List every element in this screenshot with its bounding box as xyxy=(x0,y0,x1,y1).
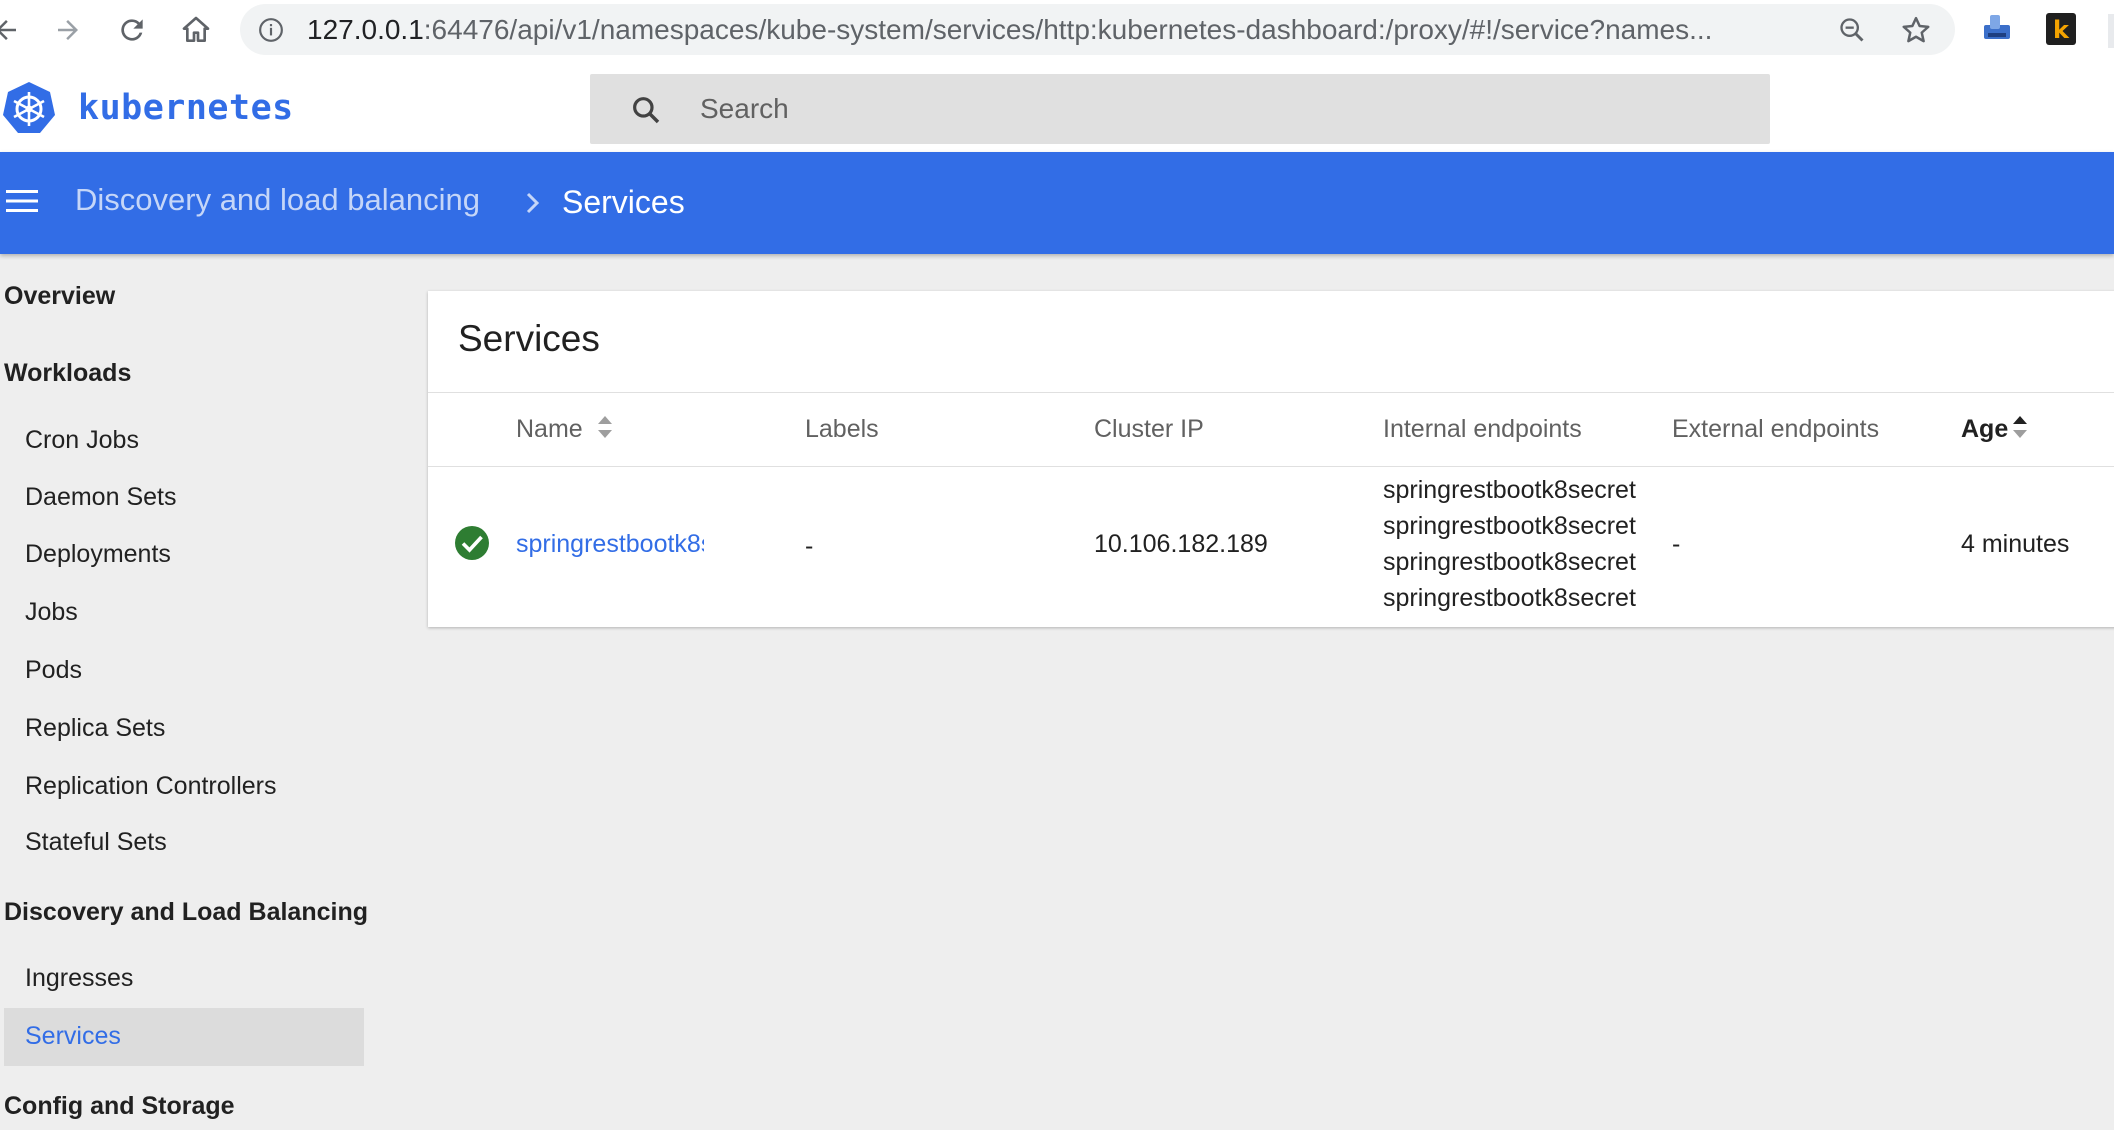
search-icon xyxy=(630,94,662,126)
column-header-age[interactable]: Age xyxy=(1961,415,2008,444)
sidebar-item-cron-jobs[interactable]: Cron Jobs xyxy=(25,426,139,455)
search-input[interactable] xyxy=(700,86,1740,132)
sidebar-item-deployments[interactable]: Deployments xyxy=(25,540,171,569)
sidebar-item-jobs[interactable]: Jobs xyxy=(25,598,78,627)
card-title: Services xyxy=(458,318,600,359)
breadcrumb-toolbar: Discovery and load balancing Services xyxy=(0,152,2114,254)
service-cluster-ip: 10.106.182.189 xyxy=(1094,530,1268,558)
sidebar-item-overview[interactable]: Overview xyxy=(4,282,115,311)
status-ok-icon xyxy=(454,525,490,561)
url-text[interactable]: 127.0.0.1:64476/api/v1/namespaces/kube-s… xyxy=(307,14,1737,46)
k-extension-icon[interactable]: k xyxy=(2044,11,2078,47)
internal-endpoint[interactable]: springrestbootk8secret xyxy=(1383,584,1645,613)
header-divider xyxy=(428,466,2114,467)
search-box[interactable] xyxy=(590,74,1770,144)
column-header-labels: Labels xyxy=(805,415,879,443)
breadcrumb-current: Services xyxy=(562,184,685,220)
sort-icon[interactable] xyxy=(596,412,614,442)
brand-name[interactable]: kubernetes xyxy=(78,88,294,128)
sidebar-item-daemon-sets[interactable]: Daemon Sets xyxy=(25,483,176,512)
zoom-icon[interactable] xyxy=(1836,14,1868,46)
sidebar-item-services[interactable]: Services xyxy=(25,1022,121,1051)
browser-toolbar: 127.0.0.1:64476/api/v1/namespaces/kube-s… xyxy=(0,0,2114,60)
svg-text:k: k xyxy=(2053,16,2070,44)
bookmark-star-icon[interactable] xyxy=(1900,14,1932,46)
service-labels: - xyxy=(805,532,814,560)
toolbar-edge xyxy=(2108,14,2114,48)
url-host: 127.0.0.1 xyxy=(307,14,424,45)
address-bar[interactable]: 127.0.0.1:64476/api/v1/namespaces/kube-s… xyxy=(240,4,1955,55)
chevron-right-icon xyxy=(520,188,546,218)
sidebar-item-pods[interactable]: Pods xyxy=(25,656,82,685)
column-header-external-endpoints: External endpoints xyxy=(1672,415,1880,443)
sort-active-icon[interactable] xyxy=(2011,412,2029,442)
internal-endpoint[interactable]: springrestbootk8secret xyxy=(1383,512,1645,541)
internal-endpoint[interactable]: springrestbootk8secret xyxy=(1383,548,1645,577)
sidebar-item-replica-sets[interactable]: Replica Sets xyxy=(25,714,165,743)
sidebar-item-discovery[interactable]: Discovery and Load Balancing xyxy=(4,898,368,927)
menu-icon[interactable] xyxy=(4,186,40,216)
sidebar-item-stateful-sets[interactable]: Stateful Sets xyxy=(25,828,167,857)
breadcrumb-parent[interactable]: Discovery and load balancing xyxy=(75,182,480,218)
service-external-endpoints: - xyxy=(1672,530,1681,558)
internal-endpoint[interactable]: springrestbootk8secret xyxy=(1383,476,1645,505)
service-name-link[interactable]: springrestbootk8secret xyxy=(516,530,704,559)
back-icon[interactable] xyxy=(0,10,26,50)
kubernetes-logo-icon[interactable] xyxy=(2,80,56,136)
services-card: Services Name Labels Cluster IP Internal… xyxy=(428,291,2114,627)
sidebar: Overview Workloads Cron Jobs Daemon Sets… xyxy=(0,254,380,1130)
home-icon[interactable] xyxy=(176,10,216,50)
app-header: kubernetes xyxy=(0,60,2114,152)
column-header-name[interactable]: Name xyxy=(516,415,583,444)
sidebar-item-ingresses[interactable]: Ingresses xyxy=(25,964,133,993)
service-age: 4 minutes xyxy=(1961,530,2070,558)
column-header-internal-endpoints: Internal endpoints xyxy=(1383,415,1582,443)
extension-icon[interactable] xyxy=(1980,11,2014,47)
site-info-icon[interactable] xyxy=(258,17,284,43)
card-divider xyxy=(428,392,2114,393)
sidebar-item-config-storage[interactable]: Config and Storage xyxy=(4,1092,235,1121)
forward-icon[interactable] xyxy=(48,10,88,50)
sidebar-item-replication-controllers[interactable]: Replication Controllers xyxy=(25,772,277,801)
reload-icon[interactable] xyxy=(112,10,152,50)
sidebar-item-workloads[interactable]: Workloads xyxy=(4,359,131,388)
column-header-cluster-ip: Cluster IP xyxy=(1094,415,1204,443)
url-path: :64476/api/v1/namespaces/kube-system/ser… xyxy=(423,14,1713,45)
